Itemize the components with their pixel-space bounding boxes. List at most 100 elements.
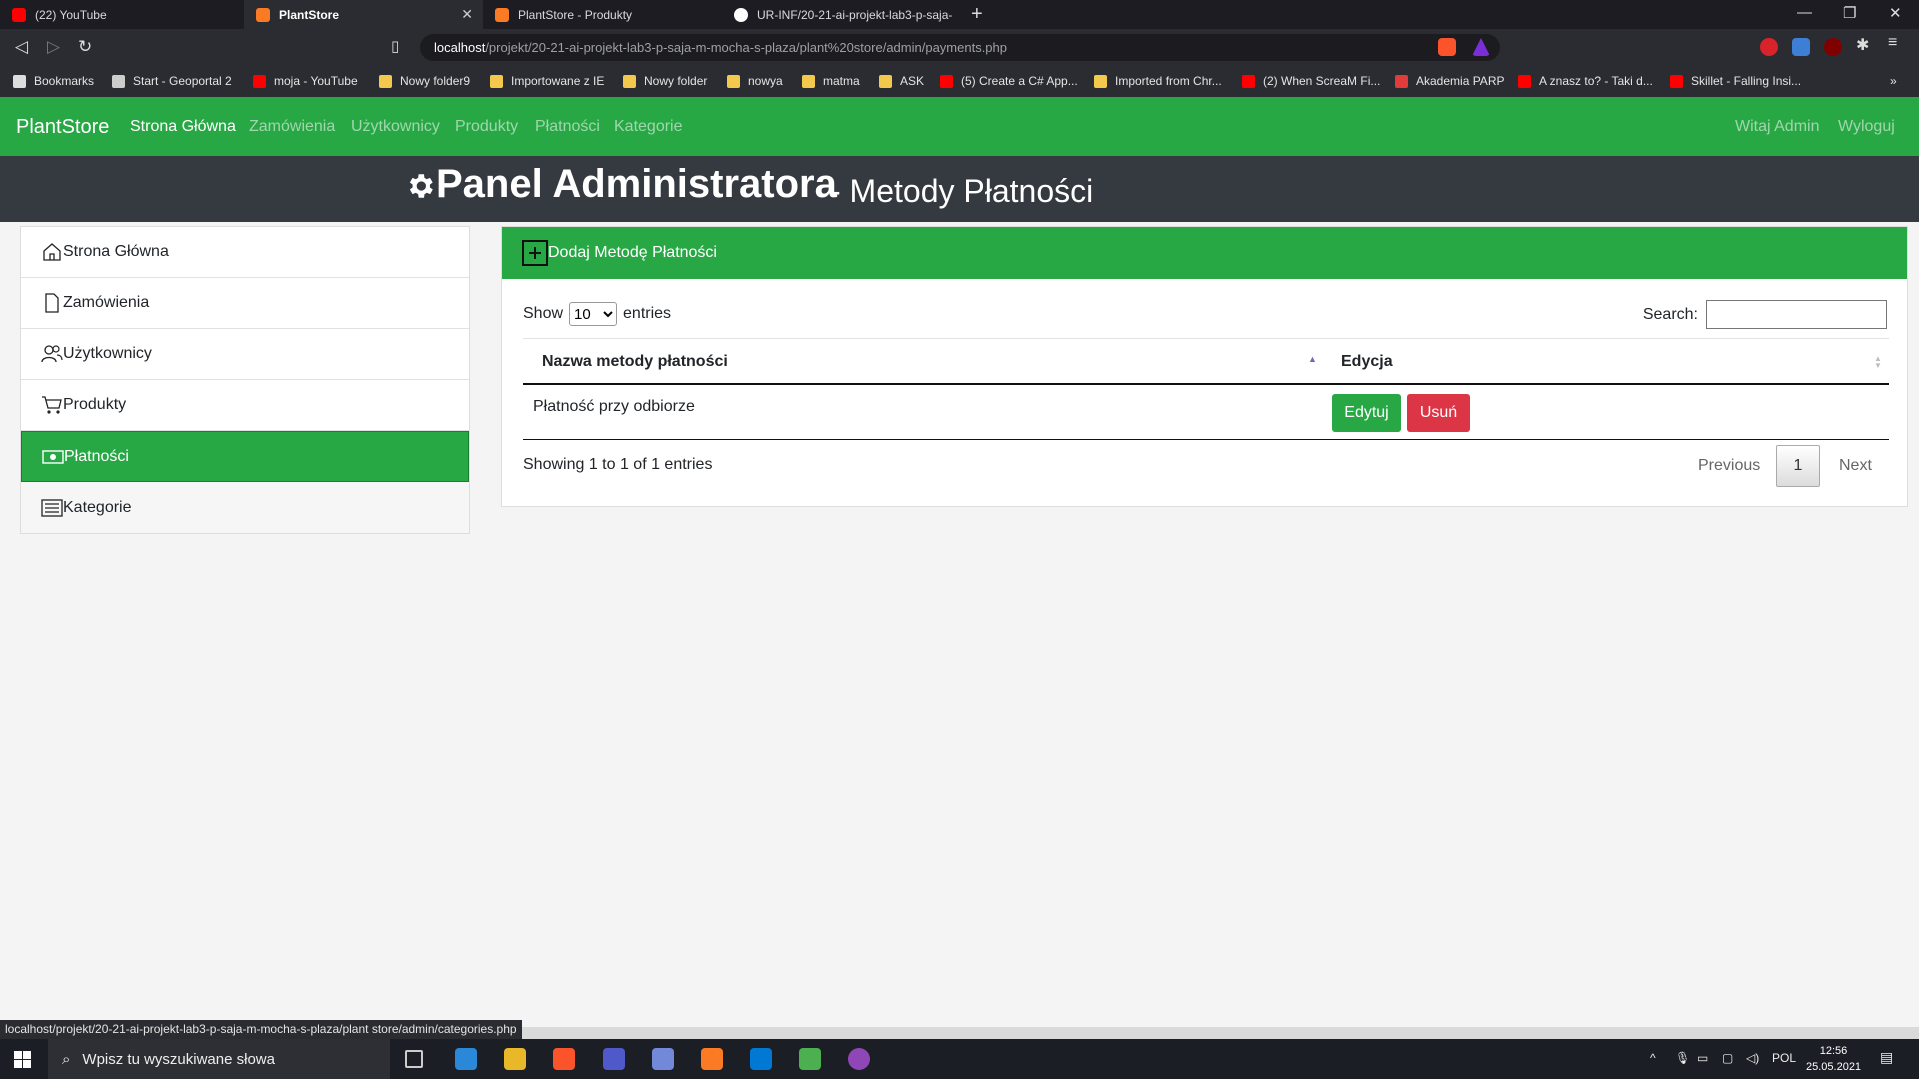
microphone-icon[interactable]: 🎙 [1675,1051,1690,1065]
search-label: Search: [1642,305,1698,323]
bookmark-label: Bookmarks [34,74,95,88]
bookmark-label: Nowy folder [644,74,708,88]
column-header-name[interactable]: Nazwa metody płatności [542,353,728,371]
ublock-icon[interactable] [1824,38,1842,56]
close-tab-icon[interactable]: ✕ [461,6,473,23]
nav-link-products[interactable]: Produkty [455,118,518,136]
battery-icon[interactable]: ▭ [1697,1051,1708,1065]
page-length-select[interactable]: 10 [569,302,618,326]
tab-github[interactable]: UR-INF/20-21-ai-projekt-lab3-p-saja- [722,0,961,29]
brave-shield-icon[interactable] [1438,38,1456,56]
add-payment-method-button[interactable]: Dodaj Metodę Płatności [502,227,1907,279]
sidebar-item-categories[interactable]: Kategorie [21,482,469,533]
bookmark-item[interactable]: moja - YouTube [253,74,358,88]
edit-button[interactable]: Edytuj [1332,394,1401,432]
reload-icon[interactable]: ↻ [78,37,92,57]
bookmark-item[interactable]: Skillet - Falling Insi... [1670,74,1801,88]
search-input[interactable] [1706,300,1887,329]
notepad-plus-icon[interactable] [799,1048,821,1070]
admin-sidebar: Strona Główna Zamówienia Użytkownicy Pro… [20,226,470,534]
sidebar-item-orders[interactable]: Zamówienia [21,278,469,329]
more-bookmarks-icon[interactable]: » [1890,74,1897,88]
sidebar-item-products[interactable]: Produkty [21,380,469,431]
teams-icon[interactable] [603,1048,625,1070]
bookmark-item[interactable]: Nowy folder [623,74,707,88]
users-icon [41,343,63,365]
bookmark-item[interactable]: A znasz to? - Taki d... [1518,74,1653,88]
bookmark-item[interactable]: Start - Geoportal 2 [112,74,232,88]
bookmark-item[interactable]: (5) Create a C# App... [940,74,1078,88]
folder-icon [623,74,636,88]
restore-icon[interactable]: ❐ [1843,4,1856,22]
bookmark-item[interactable]: Importowane z IE [490,74,604,88]
vscode-icon[interactable] [750,1048,772,1070]
bookmark-page-icon[interactable]: ▯ [391,37,399,55]
tab-youtube[interactable]: (22) YouTube [0,0,244,29]
xampp-icon[interactable] [701,1048,723,1070]
forward-icon[interactable]: ▷ [47,37,60,57]
task-view-icon[interactable] [405,1050,423,1068]
bookmark-item[interactable]: (2) When ScreaM Fi... [1242,74,1380,88]
bookmarks-bar: Bookmarks Start - Geoportal 2 moja - You… [0,66,1919,97]
pagination-page[interactable]: 1 [1776,445,1820,487]
column-header-edit[interactable]: Edycja [1341,353,1393,371]
tab-title: PlantStore [279,7,340,22]
bookmark-item[interactable]: Akademia PARP [1395,74,1504,88]
tab-plantstore[interactable]: PlantStore ✕ [244,0,483,29]
bookmark-item[interactable]: Bookmarks [13,74,94,88]
sidebar-item-label: Płatności [64,447,129,465]
nav-link-orders[interactable]: Zamówienia [249,118,335,136]
sidebar-item-home[interactable]: Strona Główna [21,227,469,278]
sidebar-item-label: Kategorie [63,498,132,516]
tray-chevron-icon[interactable]: ^ [1650,1051,1656,1065]
bookmark-item[interactable]: nowya [727,74,783,88]
nav-logout[interactable]: Wyloguj [1838,118,1895,136]
nav-greeting[interactable]: Witaj Admin [1735,118,1819,136]
minimize-icon[interactable]: — [1797,4,1812,21]
new-tab-icon[interactable]: + [971,3,983,26]
pagination-previous[interactable]: Previous [1698,457,1760,475]
file-explorer-icon[interactable] [504,1048,526,1070]
sidebar-item-payments[interactable]: Płatności [21,431,469,482]
bookmark-item[interactable]: matma [802,74,860,88]
windows-start-icon[interactable] [14,1051,31,1068]
pagination-next[interactable]: Next [1839,457,1872,475]
network-icon[interactable]: ▢ [1722,1051,1733,1065]
language-indicator[interactable]: POL [1772,1051,1796,1065]
youtube-icon [12,7,26,22]
bookmark-item[interactable]: Nowy folder9 [379,74,470,88]
bookmark-item[interactable]: ASK [879,74,924,88]
address-bar-row: ◁ ▷ ↻ ▯ localhost /projekt/20-21-ai-proj… [0,29,1919,276]
todo-icon[interactable] [455,1048,477,1070]
github-desktop-icon[interactable] [848,1048,870,1070]
translate-icon[interactable] [1792,38,1810,56]
status-url: localhost/projekt/20-21-ai-projekt-lab3-… [0,1020,522,1039]
site-brand[interactable]: PlantStore [16,116,109,139]
volume-icon[interactable]: ◁) [1746,1051,1759,1065]
sidebar-item-label: Zamówienia [63,294,150,311]
sidebar-item-users[interactable]: Użytkownicy [21,329,469,380]
tab-plantstore-produkty[interactable]: PlantStore - Produkty [483,0,722,29]
nav-link-categories[interactable]: Kategorie [614,118,683,136]
bookmark-item[interactable]: Imported from Chr... [1094,74,1222,88]
delete-button[interactable]: Usuń [1407,394,1470,432]
close-window-icon[interactable]: ✕ [1889,4,1902,22]
url-field[interactable]: localhost /projekt/20-21-ai-projekt-lab3… [420,34,1500,276]
nav-link-users[interactable]: Użytkownicy [351,118,440,136]
back-icon[interactable]: ◁ [15,37,28,57]
divider [523,383,1889,385]
nav-link-payments[interactable]: Płatności [535,118,600,136]
taskbar-search[interactable]: ⌕ Wpisz tu wyszukiwane słowa [48,1039,390,1079]
search-icon: ⌕ [62,1050,71,1068]
taskbar-clock[interactable]: 12:56 25.05.2021 [1806,1043,1861,1075]
nav-link-home[interactable]: Strona Główna [130,118,236,136]
menu-icon[interactable]: ≡ [1888,34,1906,52]
tab-title: PlantStore - Produkty [518,7,633,22]
discord-icon[interactable] [652,1048,674,1070]
notifications-icon[interactable]: ▤ [1880,1049,1893,1066]
extensions-icon[interactable]: ✱ [1856,35,1874,54]
youtube-icon [1518,74,1531,88]
list-icon [41,497,63,519]
brave-icon[interactable] [553,1048,575,1070]
adblock-plus-icon[interactable] [1760,38,1778,56]
